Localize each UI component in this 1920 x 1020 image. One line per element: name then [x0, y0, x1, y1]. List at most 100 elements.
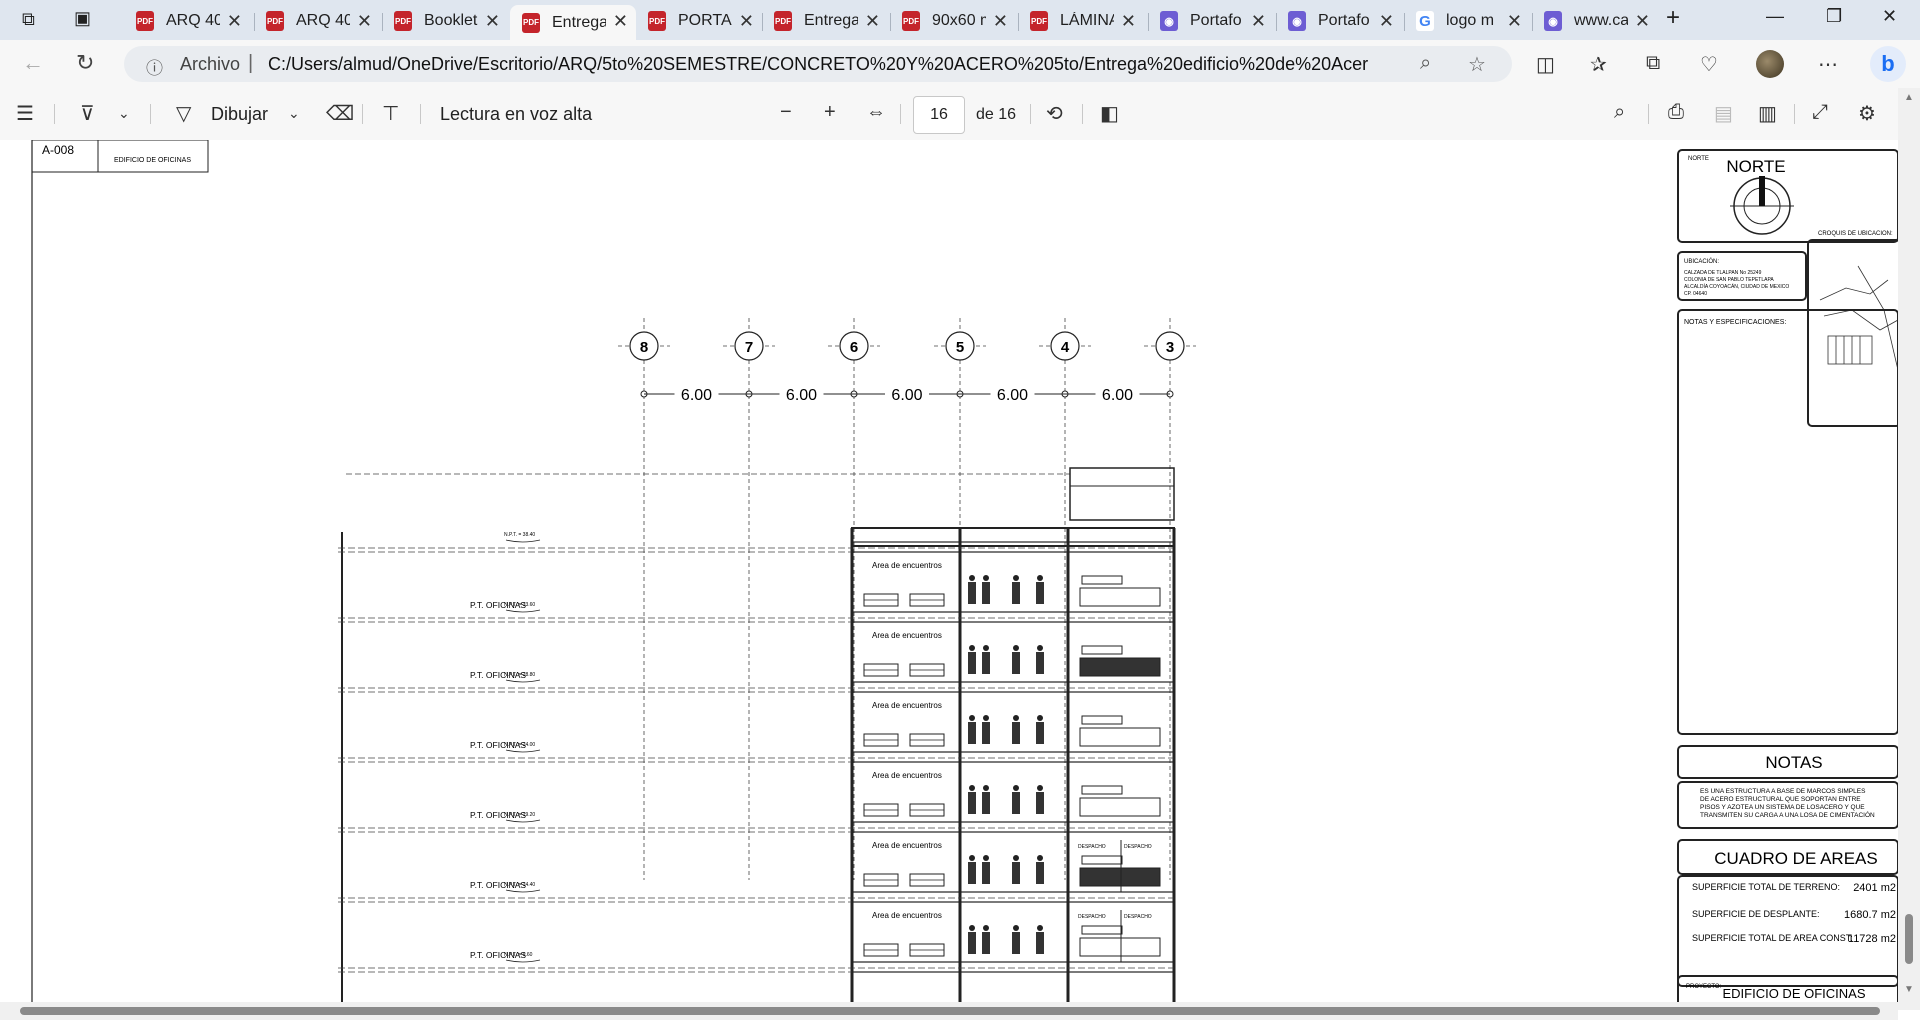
- tab-8[interactable]: PDF LÁMINA ✕: [1018, 5, 1144, 37]
- horizontal-scrollbar[interactable]: [0, 1002, 1898, 1020]
- print-icon[interactable]: ⎙: [1668, 101, 1684, 124]
- location-line: CP. 04640: [1684, 291, 1707, 297]
- address-bar[interactable]: ⓘ Archivo | C:/Users/almud/OneDrive/Escr…: [124, 46, 1512, 82]
- close-window-button[interactable]: ✕: [1882, 6, 1897, 27]
- penthouse-outline: [1069, 467, 1175, 521]
- tab-label: ARQ 40: [296, 12, 350, 29]
- tab-6[interactable]: PDF Entrega ✕: [762, 5, 888, 37]
- url-text[interactable]: C:/Users/almud/OneDrive/Escritorio/ARQ/5…: [268, 54, 1368, 75]
- browser-essentials-icon[interactable]: ♡: [1700, 52, 1718, 77]
- avatar[interactable]: [1756, 50, 1784, 78]
- page-number-input[interactable]: 16: [913, 96, 965, 134]
- close-tab-icon[interactable]: ✕: [357, 11, 372, 32]
- close-tab-icon[interactable]: ✕: [485, 11, 500, 32]
- zoom-icon[interactable]: ⌕: [1420, 52, 1431, 75]
- close-tab-icon[interactable]: ✕: [1379, 11, 1394, 32]
- zoom-in-icon[interactable]: +: [824, 101, 836, 124]
- close-tab-icon[interactable]: ✕: [613, 11, 628, 32]
- save-as-icon[interactable]: ▥: [1758, 101, 1777, 126]
- restore-button[interactable]: ❐: [1826, 6, 1842, 27]
- close-tab-icon[interactable]: ✕: [1507, 11, 1522, 32]
- notas-line: DE ACERO ESTRUCTURAL QUE SOPORTAN ENTRE: [1700, 796, 1861, 803]
- north-arrow-icon: [1730, 176, 1794, 235]
- vertical-scrollbar[interactable]: ▲ ▼: [1898, 88, 1920, 1010]
- room-label: Area de encuentros: [872, 631, 942, 640]
- person-figure-icon: [1036, 792, 1044, 814]
- website-icon: ◉: [1544, 11, 1562, 31]
- scroll-down-icon[interactable]: ▼: [1904, 984, 1914, 995]
- page-view-icon[interactable]: ◧: [1100, 101, 1119, 126]
- favorite-star-icon[interactable]: ☆: [1468, 52, 1486, 77]
- close-tab-icon[interactable]: ✕: [865, 11, 880, 32]
- minimize-button[interactable]: —: [1766, 6, 1784, 27]
- person-figure-icon: [983, 575, 989, 581]
- fullscreen-icon[interactable]: ⤢: [1812, 101, 1828, 124]
- dimension-label: 6.00: [997, 387, 1028, 404]
- zoom-out-icon[interactable]: −: [780, 101, 792, 124]
- more-menu-icon[interactable]: ⋯: [1818, 52, 1838, 77]
- draw-label[interactable]: Dibujar: [211, 104, 268, 125]
- tab-label: 90x60 m: [932, 12, 986, 29]
- draw-chevron-icon[interactable]: ⌄: [288, 105, 300, 122]
- tab-12[interactable]: ◉ www.ca ✕: [1532, 5, 1658, 37]
- back-button[interactable]: ←: [22, 50, 44, 76]
- new-tab-button[interactable]: +: [1666, 4, 1680, 32]
- scroll-up-icon[interactable]: ▲: [1904, 92, 1914, 103]
- level-elevation: N.P.T. = 28.80: [504, 672, 535, 678]
- pdf-icon: PDF: [902, 11, 920, 31]
- tab-actions-icon[interactable]: ▣: [74, 8, 91, 29]
- workspaces-icon[interactable]: ⧉: [22, 9, 35, 30]
- person-figure-icon: [1012, 932, 1020, 954]
- person-figure-icon: [968, 582, 976, 604]
- tab-5[interactable]: PDF PORTAFOLIO ✕: [636, 5, 762, 37]
- erase-icon[interactable]: ⌫: [326, 101, 354, 126]
- tab-3[interactable]: PDF Booklet ✕: [382, 5, 508, 37]
- close-tab-icon[interactable]: ✕: [739, 11, 754, 32]
- office-furniture-icon: [1079, 937, 1161, 957]
- settings-gear-icon[interactable]: ⚙: [1858, 101, 1876, 126]
- text-box-icon[interactable]: ⊤: [382, 101, 399, 126]
- tab-9[interactable]: ◉ Portafo ✕: [1148, 5, 1274, 37]
- roof-parapet: [851, 527, 1175, 547]
- horizontal-scroll-thumb[interactable]: [20, 1007, 1880, 1015]
- person-figure-icon: [1036, 652, 1044, 674]
- vertical-scroll-thumb[interactable]: [1905, 914, 1913, 964]
- close-tab-icon[interactable]: ✕: [993, 11, 1008, 32]
- close-tab-icon[interactable]: ✕: [227, 11, 242, 32]
- location-sketch-icon: [1819, 265, 1899, 371]
- rotate-icon[interactable]: ⟲: [1046, 101, 1063, 126]
- location-heading: UBICACIÓN:: [1684, 258, 1719, 265]
- areas-title: CUADRO DE AREAS: [1714, 849, 1877, 868]
- highlight-chevron-icon[interactable]: ⌄: [118, 105, 130, 122]
- info-icon[interactable]: ⓘ: [146, 54, 163, 79]
- desk-icon: [1081, 715, 1123, 725]
- collections-icon[interactable]: ⧉: [1646, 52, 1660, 75]
- person-figure-icon: [1012, 792, 1020, 814]
- refresh-button[interactable]: ↻: [76, 50, 94, 76]
- close-tab-icon[interactable]: ✕: [1251, 11, 1266, 32]
- toolbar-divider: [1794, 104, 1795, 124]
- desk-icon: [1081, 575, 1123, 585]
- tab-10[interactable]: ◉ Portafo ✕: [1276, 5, 1402, 37]
- favorites-icon[interactable]: ✰: [1590, 52, 1607, 77]
- fit-width-icon[interactable]: ⇔: [866, 101, 886, 124]
- close-tab-icon[interactable]: ✕: [1121, 11, 1136, 32]
- tab-7[interactable]: PDF 90x60 m ✕: [890, 5, 1016, 37]
- copilot-icon[interactable]: b: [1870, 46, 1906, 82]
- highlight-icon[interactable]: ⊽: [80, 101, 95, 126]
- split-screen-icon[interactable]: ◫: [1536, 52, 1555, 77]
- level-elevation: N.P.T. = 19.20: [504, 812, 535, 818]
- read-aloud-button[interactable]: Lectura en voz alta: [440, 104, 592, 125]
- tab-label: LÁMINA: [1060, 12, 1114, 29]
- level-elevation: N.P.T. = 33.60: [504, 602, 535, 608]
- tab-1[interactable]: PDF ARQ 40 ✕: [124, 5, 250, 37]
- close-tab-icon[interactable]: ✕: [1635, 11, 1650, 32]
- search-icon[interactable]: ⌕: [1614, 101, 1625, 124]
- contents-icon[interactable]: ☰: [16, 101, 34, 126]
- tab-4[interactable]: PDF Entrega ✕: [510, 5, 636, 40]
- draw-icon[interactable]: ▽: [176, 101, 191, 126]
- tab-11[interactable]: Glogo m ✕: [1404, 5, 1530, 37]
- person-figure-icon: [1037, 855, 1043, 861]
- person-figure-icon: [1037, 645, 1043, 651]
- tab-2[interactable]: PDF ARQ 40 ✕: [254, 5, 380, 37]
